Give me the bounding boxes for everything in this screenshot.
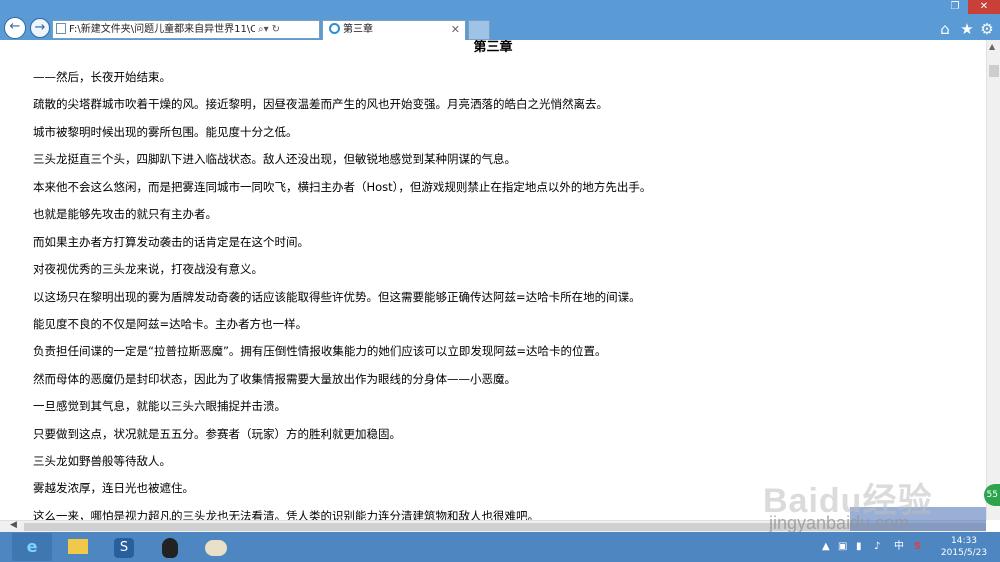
new-tab-button[interactable]	[468, 20, 490, 40]
speed-badge[interactable]: 55	[984, 484, 1000, 506]
browser-chrome: ❐ ✕ ← → F:\新建文件夹\问题儿童都来自异世界11\OPS\chapte…	[0, 0, 1000, 40]
back-arrow-icon: ←	[9, 19, 21, 34]
favorites-star-icon[interactable]: ★	[958, 20, 976, 38]
paint-icon[interactable]	[196, 533, 236, 561]
tray-app-icon[interactable]: ▣	[838, 532, 847, 562]
paragraph: 一旦感觉到其气息，就能以三头六眼捕捉并击溃。	[33, 399, 286, 413]
address-text[interactable]: F:\新建文件夹\问题儿童都来自异世界11\OPS\chapte	[69, 21, 255, 38]
refresh-icon[interactable]: ↻	[272, 21, 280, 38]
restore-window-button[interactable]: ❐	[944, 0, 966, 14]
tray-expand-icon[interactable]: ▲	[822, 532, 830, 562]
chapter-title: 第三章	[473, 40, 513, 55]
paragraph: 三头龙如野兽般等待敌人。	[33, 454, 171, 468]
paragraph: 疏散的尖塔群城市吹着干燥的风。接近黎明，因昼夜温差而产生的风也开始变强。月亮洒落…	[33, 97, 608, 111]
page-content: 第三章 ——然后，长夜开始结束。 疏散的尖塔群城市吹着干燥的风。接近黎明，因昼夜…	[0, 40, 986, 520]
page-icon	[56, 23, 66, 34]
paragraph: 然而母体的恶魔仍是封印状态，因此为了收集情报需要大量放出作为眼线的分身体——小恶…	[33, 372, 516, 386]
close-window-button[interactable]: ✕	[968, 0, 1000, 14]
address-bar[interactable]: F:\新建文件夹\问题儿童都来自异世界11\OPS\chapte⌕▾↻	[52, 20, 320, 39]
paragraph: 负责担任间谍的一定是“拉普拉斯恶魔”。拥有压倒性情报收集能力的她们应该可以立即发…	[33, 344, 607, 358]
volume-icon[interactable]: ♪	[874, 532, 880, 562]
home-icon[interactable]: ⌂	[936, 20, 954, 38]
ime-indicator[interactable]: 中	[894, 532, 904, 562]
paragraph: ——然后，长夜开始结束。	[33, 70, 171, 84]
file-explorer-icon[interactable]	[58, 533, 98, 561]
network-icon[interactable]: ▮	[856, 532, 862, 562]
ie-tab-icon	[329, 23, 340, 34]
scroll-thumb[interactable]	[989, 65, 999, 77]
forward-button[interactable]: →	[30, 18, 50, 38]
scroll-left-icon[interactable]: ◀	[10, 520, 17, 530]
paragraph: 这么一来，哪怕是视力超凡的三头龙也无法看清。凭人类的识别能力连分清建筑物和敌人也…	[33, 509, 539, 520]
clock-date: 2015/5/23	[940, 548, 988, 558]
paragraph: 城市被黎明时候出现的雾所包围。能见度十分之低。	[33, 125, 298, 139]
forward-arrow-icon: →	[34, 20, 46, 35]
paragraph: 以这场只在黎明出现的雾为盾牌发动奇袭的话应该能取得些许优势。但这需要能够正确传达…	[33, 290, 641, 304]
tab-title: 第三章	[343, 24, 373, 35]
taskbar: e S ▲ ▣ ▮ ♪ 中 S 14:33 2015/5/23	[0, 532, 1000, 562]
ie-icon[interactable]: e	[12, 533, 52, 561]
search-icon[interactable]: ⌕▾	[258, 21, 269, 38]
watermark-url: jingyanbaidu.com	[769, 513, 910, 533]
sogou-tray-icon[interactable]: S	[914, 532, 921, 562]
vertical-scrollbar[interactable]: ▲	[986, 40, 1000, 520]
paragraph: 只要做到这点，状况就是五五分。参赛者（玩家）方的胜利就更加稳固。	[33, 427, 401, 441]
scroll-up-icon[interactable]: ▲	[989, 42, 995, 51]
paragraph: 对夜视优秀的三头龙来说，打夜战没有意义。	[33, 262, 263, 276]
settings-gear-icon[interactable]: ⚙	[978, 20, 996, 38]
paragraph: 也就是能够先攻击的就只有主办者。	[33, 207, 217, 221]
paragraph: 本来他不会这么悠闲，而是把雾连同城市一同吹飞，横扫主办者（Host），但游戏规则…	[33, 180, 652, 194]
qq-penguin-icon[interactable]	[150, 533, 190, 561]
clock-time: 14:33	[951, 536, 977, 546]
paragraph: 三头龙挺直三个头，四脚趴下进入临战状态。敌人还没出现，但敏锐地感觉到某种阴谋的气…	[33, 152, 516, 166]
paragraph: 而如果主办者方打算发动袭击的话肯定是在这个时间。	[33, 235, 309, 249]
tab-chapter[interactable]: 第三章 ✕	[322, 20, 466, 40]
paragraph: 雾越发浓厚，连日光也被遮住。	[33, 481, 194, 495]
sogou-icon[interactable]: S	[104, 533, 144, 561]
close-tab-icon[interactable]: ✕	[451, 21, 460, 39]
clock[interactable]: 14:33 2015/5/23	[936, 535, 992, 559]
paragraph: 能见度不良的不仅是阿兹=达哈卡。主办者方也一样。	[33, 317, 308, 331]
back-button[interactable]: ←	[4, 17, 26, 39]
